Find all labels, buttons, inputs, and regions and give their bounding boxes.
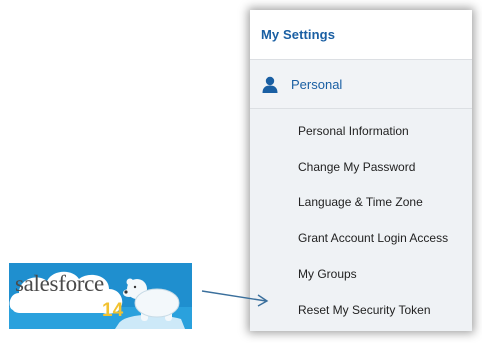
menu-item-grant-account-login-access[interactable]: Grant Account Login Access xyxy=(250,220,472,256)
panel-header: My Settings xyxy=(250,10,472,60)
my-settings-panel: My Settings Personal Personal Informatio… xyxy=(250,10,472,331)
menu-item-personal-information[interactable]: Personal Information xyxy=(250,113,472,149)
menu-item-change-my-password[interactable]: Change My Password xyxy=(250,149,472,185)
release-number: 14 xyxy=(102,300,124,321)
menu-item-my-groups[interactable]: My Groups xyxy=(250,256,472,292)
section-label: Personal xyxy=(291,76,343,92)
section-personal[interactable]: Personal xyxy=(250,60,472,109)
pointer-arrow-icon xyxy=(201,290,269,307)
menu-item-reset-my-security-token[interactable]: Reset My Security Token xyxy=(250,292,472,328)
menu-item-language-time-zone[interactable]: Language & Time Zone xyxy=(250,185,472,221)
person-icon xyxy=(262,76,278,93)
panel-title[interactable]: My Settings xyxy=(261,27,335,42)
salesforce-logo: salesforce 14 xyxy=(9,263,192,329)
personal-menu: Personal Information Change My Password … xyxy=(250,109,472,331)
salesforce-wordmark: salesforce xyxy=(15,271,104,296)
